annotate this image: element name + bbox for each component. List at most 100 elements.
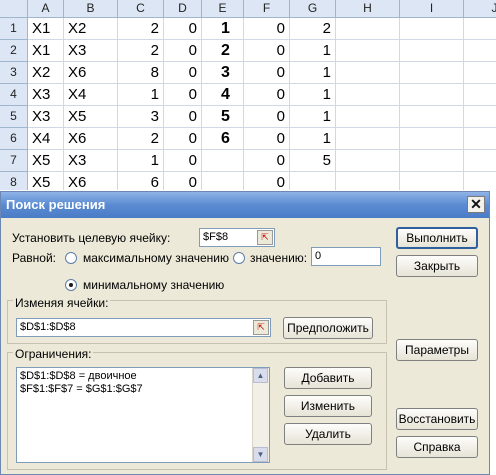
grid-cell[interactable] [464, 128, 496, 150]
grid-cell[interactable] [464, 18, 496, 40]
guess-button[interactable]: Предположить [283, 317, 373, 339]
constraints-scrollbar[interactable]: ▲ ▼ [252, 368, 269, 462]
grid-cell[interactable] [400, 128, 464, 150]
column-header[interactable]: D [164, 0, 202, 18]
grid-cell[interactable] [464, 62, 496, 84]
grid-cell[interactable]: 0 [164, 106, 202, 128]
grid-cell[interactable]: 1 [118, 150, 164, 172]
grid-cell[interactable] [464, 40, 496, 62]
grid-cell[interactable]: X4 [28, 128, 64, 150]
grid-cell[interactable] [400, 106, 464, 128]
grid-cell[interactable]: 0 [244, 18, 290, 40]
grid-cell[interactable] [400, 84, 464, 106]
grid-cell[interactable]: 3 [202, 62, 244, 84]
radio-max-label[interactable]: максимальному значению [83, 251, 229, 265]
row-header[interactable]: 1 [0, 18, 28, 40]
column-header[interactable]: I [400, 0, 464, 18]
grid-cell[interactable] [464, 84, 496, 106]
grid-cell[interactable]: 0 [244, 84, 290, 106]
radio-max[interactable] [65, 252, 77, 264]
row-header[interactable]: 2 [0, 40, 28, 62]
grid-cell[interactable]: X1 [28, 18, 64, 40]
grid-cell[interactable]: 0 [244, 40, 290, 62]
column-header[interactable]: J [464, 0, 496, 18]
grid-cell[interactable]: 0 [244, 62, 290, 84]
target-cell-input[interactable]: $F$8 ⇱ [199, 228, 275, 247]
delete-button[interactable]: Удалить [284, 423, 372, 445]
grid-cell[interactable]: 0 [164, 172, 202, 190]
grid-cell[interactable]: X5 [28, 172, 64, 190]
collapse-dialog-icon[interactable]: ⇱ [257, 230, 273, 245]
column-header[interactable]: H [336, 0, 400, 18]
grid-cell[interactable]: 6 [202, 128, 244, 150]
grid-cell[interactable]: X1 [28, 40, 64, 62]
column-header[interactable]: A [28, 0, 64, 18]
grid-cell[interactable]: 0 [244, 150, 290, 172]
help-button[interactable]: Справка [396, 436, 478, 458]
grid-cell[interactable]: 1 [290, 106, 336, 128]
grid-cell[interactable] [464, 150, 496, 172]
close-icon[interactable]: ✕ [467, 196, 485, 213]
grid-cell[interactable]: 0 [164, 128, 202, 150]
grid-cell[interactable]: 3 [118, 106, 164, 128]
dialog-titlebar[interactable]: Поиск решения [1, 192, 489, 218]
grid-cell[interactable]: 0 [164, 62, 202, 84]
select-all-corner[interactable] [0, 0, 28, 18]
grid-cell[interactable]: 6 [118, 172, 164, 190]
grid-cell[interactable]: 5 [202, 106, 244, 128]
grid-cell[interactable]: 0 [164, 18, 202, 40]
grid-cell[interactable]: 2 [118, 40, 164, 62]
grid-cell[interactable]: 1 [118, 84, 164, 106]
grid-cell[interactable]: 2 [118, 128, 164, 150]
grid-cell[interactable]: X3 [64, 150, 118, 172]
grid-cell[interactable]: 0 [244, 106, 290, 128]
grid-cell[interactable]: 1 [290, 84, 336, 106]
grid-cell[interactable]: X6 [64, 172, 118, 190]
grid-cell[interactable] [336, 106, 400, 128]
grid-cell[interactable]: 2 [202, 40, 244, 62]
grid-cell[interactable] [400, 62, 464, 84]
grid-cell[interactable]: 0 [164, 84, 202, 106]
radio-value-label[interactable]: значению: [250, 251, 307, 265]
grid-cell[interactable]: 0 [244, 128, 290, 150]
grid-cell[interactable] [464, 106, 496, 128]
grid-cell[interactable] [336, 62, 400, 84]
grid-cell[interactable] [336, 150, 400, 172]
grid-cell[interactable] [400, 40, 464, 62]
radio-value[interactable] [233, 252, 245, 264]
row-header[interactable]: 7 [0, 150, 28, 172]
grid-cell[interactable]: 4 [202, 84, 244, 106]
grid-cell[interactable]: 0 [244, 172, 290, 190]
grid-cell[interactable]: 1 [290, 62, 336, 84]
column-header[interactable]: F [244, 0, 290, 18]
grid-cell[interactable] [202, 150, 244, 172]
grid-cell[interactable]: X3 [28, 106, 64, 128]
reset-button[interactable]: Восстановить [396, 408, 478, 430]
grid-cell[interactable]: 0 [164, 40, 202, 62]
collapse-dialog-icon[interactable]: ⇱ [253, 320, 269, 335]
grid-cell[interactable] [400, 172, 464, 190]
grid-cell[interactable] [400, 150, 464, 172]
grid-cell[interactable]: X5 [28, 150, 64, 172]
column-header[interactable]: B [64, 0, 118, 18]
row-header[interactable]: 6 [0, 128, 28, 150]
grid-cell[interactable]: 1 [290, 128, 336, 150]
scroll-down-icon[interactable]: ▼ [253, 447, 268, 462]
grid-cell[interactable] [336, 40, 400, 62]
row-header[interactable]: 8 [0, 172, 28, 190]
grid-cell[interactable]: X5 [64, 106, 118, 128]
grid-cell[interactable]: X2 [64, 18, 118, 40]
grid-cell[interactable]: X6 [64, 62, 118, 84]
row-header[interactable]: 5 [0, 106, 28, 128]
grid-cell[interactable] [336, 84, 400, 106]
grid-cell[interactable] [464, 172, 496, 190]
grid-cell[interactable]: 5 [290, 150, 336, 172]
constraints-listbox[interactable]: $D$1:$D$8 = двоичное $F$1:$F$7 = $G$1:$G… [16, 367, 270, 463]
grid-cell[interactable]: X4 [64, 84, 118, 106]
grid-cell[interactable]: 1 [290, 40, 336, 62]
change-button[interactable]: Изменить [284, 395, 372, 417]
grid-cell[interactable] [336, 18, 400, 40]
column-header[interactable]: G [290, 0, 336, 18]
grid-cell[interactable] [400, 18, 464, 40]
add-button[interactable]: Добавить [284, 367, 372, 389]
